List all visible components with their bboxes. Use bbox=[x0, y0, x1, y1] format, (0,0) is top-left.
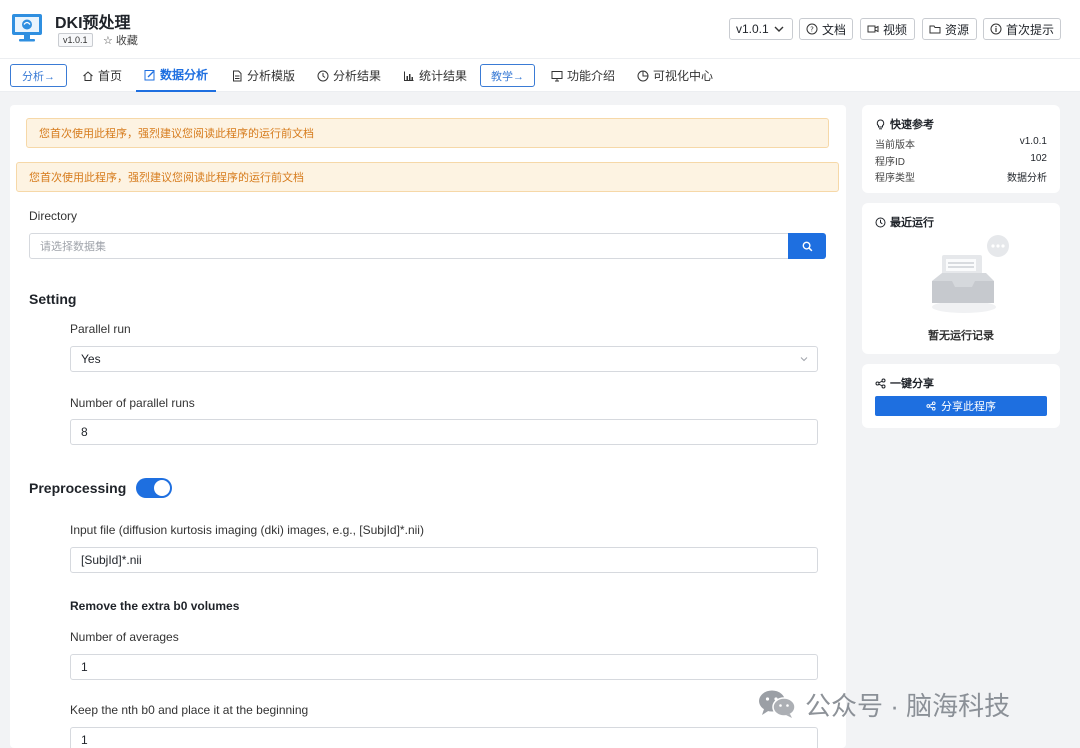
chevron-down-icon bbox=[800, 357, 808, 362]
app-header: DKI预处理 v1.0.1 ☆ 收藏 v1.0.1 ? 文档 视频 资源 首次提… bbox=[0, 0, 1080, 58]
share-program-button[interactable]: 分享此程序 bbox=[875, 396, 1047, 416]
tab-vis-center[interactable]: 可视化中心 bbox=[637, 59, 713, 92]
favorite-button[interactable]: ☆ 收藏 bbox=[103, 32, 138, 48]
lightbulb-icon bbox=[876, 118, 885, 129]
tab-home-label: 首页 bbox=[98, 69, 123, 83]
svg-text:?: ? bbox=[810, 26, 814, 34]
version-select-value: v1.0.1 bbox=[736, 22, 769, 36]
quick-reference-title-text: 快速参考 bbox=[890, 119, 934, 131]
video-label: 视频 bbox=[883, 22, 908, 37]
setting-heading: Setting bbox=[29, 291, 77, 307]
analysis-form-panel: 您首次使用此程序，强烈建议您阅读此程序的运行前文档 您首次使用此程序，强烈建议您… bbox=[10, 105, 846, 748]
share-title: 一键分享 bbox=[875, 375, 934, 391]
tab-stat-results[interactable]: 统计结果 bbox=[403, 59, 467, 92]
search-icon bbox=[802, 241, 812, 251]
input-file-label: Input file (diffusion kurtosis imaging (… bbox=[70, 523, 424, 537]
input-file-field[interactable]: [SubjId]*.nii bbox=[70, 547, 818, 573]
tab-data-analysis-label: 数据分析 bbox=[160, 68, 209, 82]
share-icon bbox=[875, 378, 886, 388]
quick-ref-value: v1.0.1 bbox=[1019, 136, 1047, 147]
bar-chart-icon bbox=[404, 71, 414, 81]
edit-icon bbox=[144, 69, 155, 80]
watermark: 公众号 · 脑海科技 bbox=[757, 686, 1010, 722]
preprocessing-toggle[interactable] bbox=[136, 478, 172, 498]
quick-ref-key: 当前版本 bbox=[875, 140, 915, 151]
toggle-knob bbox=[154, 480, 170, 496]
share-icon bbox=[926, 401, 936, 411]
parallel-run-value: Yes bbox=[81, 352, 101, 366]
share-program-label: 分享此程序 bbox=[941, 401, 996, 413]
num-averages-input[interactable]: 1 bbox=[70, 654, 818, 680]
share-title-text: 一键分享 bbox=[890, 378, 934, 390]
tab-features[interactable]: 功能介绍 bbox=[551, 59, 615, 92]
quick-reference-title: 快速参考 bbox=[875, 116, 934, 132]
parallel-run-select[interactable]: Yes bbox=[70, 346, 818, 372]
share-card: 一键分享 分享此程序 bbox=[862, 364, 1060, 428]
no-runs-text: 暂无运行记录 bbox=[928, 330, 994, 342]
chevron-down-icon bbox=[774, 26, 784, 32]
monitor-icon bbox=[551, 70, 563, 81]
folder-icon bbox=[929, 25, 941, 34]
tab-analysis-template[interactable]: 分析模版 bbox=[231, 59, 295, 92]
quick-ref-row: 当前版本 v1.0.1 bbox=[875, 136, 1047, 151]
tab-analysis-template-label: 分析模版 bbox=[247, 69, 296, 83]
help-circle-icon: ? bbox=[806, 23, 818, 35]
parallel-run-label: Parallel run bbox=[70, 322, 131, 336]
directory-label: Directory bbox=[29, 209, 78, 223]
clock-icon bbox=[317, 70, 329, 81]
quick-ref-row: 程序类型 数据分析 bbox=[875, 169, 1047, 184]
app-logo-icon bbox=[10, 12, 44, 44]
video-icon bbox=[867, 25, 879, 33]
num-averages-label: Number of averages bbox=[70, 630, 179, 644]
teaching-mode-button[interactable]: 教学→ bbox=[480, 64, 535, 87]
tab-features-label: 功能介绍 bbox=[567, 69, 616, 83]
quick-ref-value: 102 bbox=[1030, 153, 1047, 164]
recent-runs-title: 最近运行 bbox=[875, 214, 934, 230]
first-tips-button[interactable]: 首次提示 bbox=[983, 18, 1061, 40]
recent-runs-title-text: 最近运行 bbox=[890, 217, 934, 229]
main-nav: 分析→ 首页 数据分析 分析模版 分析结果 统计结果 教学→ 功能介绍 可视化中… bbox=[0, 58, 1080, 92]
directory-input[interactable]: 请选择数据集 bbox=[29, 233, 789, 259]
tab-analysis-results-label: 分析结果 bbox=[333, 69, 382, 83]
version-select[interactable]: v1.0.1 bbox=[729, 18, 793, 40]
app-title: DKI预处理 bbox=[55, 15, 131, 32]
tab-home[interactable]: 首页 bbox=[82, 59, 122, 92]
preprocessing-heading: Preprocessing bbox=[29, 480, 127, 496]
wechat-icon bbox=[759, 690, 796, 718]
first-tips-label: 首次提示 bbox=[1006, 22, 1055, 37]
quick-reference-card: 快速参考 当前版本 v1.0.1 程序ID 102 程序类型 数据分析 bbox=[862, 105, 1060, 193]
num-parallel-label: Number of parallel runs bbox=[70, 396, 195, 410]
tab-data-analysis[interactable]: 数据分析 bbox=[136, 59, 217, 92]
pie-chart-icon bbox=[637, 70, 649, 81]
resources-label: 资源 bbox=[945, 22, 970, 37]
tab-analysis-results[interactable]: 分析结果 bbox=[317, 59, 381, 92]
first-use-alert-secondary: 您首次使用此程序，强烈建议您阅读此程序的运行前文档 bbox=[16, 162, 839, 192]
recent-runs-card: 最近运行 暂无运行记录 bbox=[862, 203, 1060, 354]
empty-inbox-icon bbox=[932, 235, 1009, 313]
document-icon bbox=[233, 70, 242, 81]
tab-vis-center-label: 可视化中心 bbox=[653, 69, 714, 83]
tab-stat-results-label: 统计结果 bbox=[419, 69, 468, 83]
version-badge: v1.0.1 bbox=[58, 33, 93, 47]
home-icon bbox=[83, 70, 93, 81]
quick-ref-row: 程序ID 102 bbox=[875, 153, 1047, 168]
quick-ref-value: 数据分析 bbox=[1007, 173, 1047, 184]
directory-search-button[interactable] bbox=[788, 233, 826, 259]
info-icon bbox=[990, 23, 1002, 35]
analysis-mode-button[interactable]: 分析→ bbox=[10, 64, 67, 87]
video-button[interactable]: 视频 bbox=[860, 18, 915, 40]
remove-b0-heading: Remove the extra b0 volumes bbox=[70, 599, 240, 613]
num-parallel-input[interactable]: 8 bbox=[70, 419, 818, 445]
quick-ref-key: 程序类型 bbox=[875, 173, 915, 184]
clock-icon bbox=[875, 217, 886, 227]
first-use-alert: 您首次使用此程序，强烈建议您阅读此程序的运行前文档 bbox=[26, 118, 829, 148]
keep-nth-b0-label: Keep the nth b0 and place it at the begi… bbox=[70, 703, 309, 717]
resources-button[interactable]: 资源 bbox=[922, 18, 977, 40]
quick-ref-key: 程序ID bbox=[875, 157, 905, 168]
docs-button[interactable]: ? 文档 bbox=[799, 18, 853, 40]
keep-nth-b0-input[interactable]: 1 bbox=[70, 727, 818, 748]
watermark-text: 公众号 · 脑海科技 bbox=[805, 690, 1011, 721]
docs-label: 文档 bbox=[822, 22, 847, 37]
